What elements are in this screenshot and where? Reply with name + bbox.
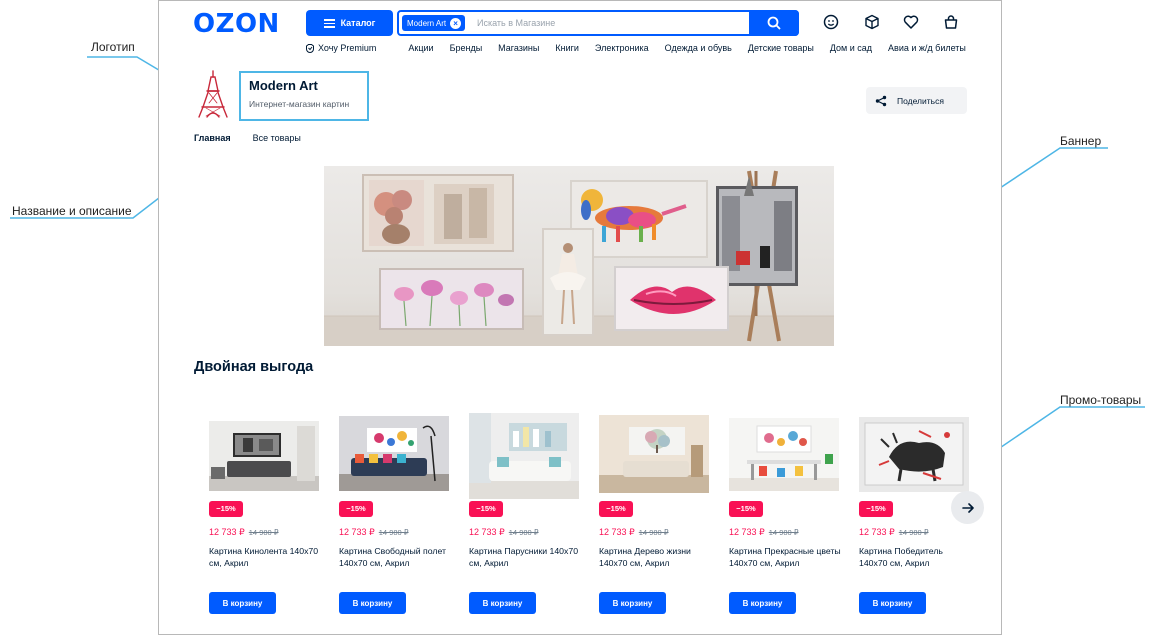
premium-icon [306,44,314,53]
nav-item-electronics[interactable]: Электроника [595,43,649,53]
product-image[interactable] [599,415,709,493]
current-price: 12 733 ₽ [469,527,505,537]
add-to-cart-button[interactable]: В корзину [469,592,536,614]
favorites-heart-icon[interactable] [901,12,921,32]
price: 12 733 ₽14 980 ₽ [209,527,279,538]
product-title[interactable]: Картина Парусники 140х70 см, Акрил [469,545,581,569]
annotation-name-desc: Название и описание [12,204,132,218]
price: 12 733 ₽14 980 ₽ [859,527,929,538]
product-title[interactable]: Картина Дерево жизни 140х70 см, Акрил [599,545,711,569]
product-card[interactable]: −15% 12 733 ₽14 980 ₽ Картина Прекрасные… [729,411,841,621]
catalog-button[interactable]: Каталог [306,10,393,36]
product-card[interactable]: −15% 12 733 ₽14 980 ₽ Картина Парусники … [469,411,579,621]
current-price: 12 733 ₽ [209,527,245,537]
price: 12 733 ₽14 980 ₽ [729,527,799,538]
nav-item-kids[interactable]: Детские товары [748,43,814,53]
store-tabs: Главная Все товары [194,133,301,143]
product-title[interactable]: Картина Кинолента 140х70 см, Акрил [209,545,321,569]
current-price: 12 733 ₽ [859,527,895,537]
store-name: Modern Art [249,78,318,93]
search-bar: Modern Art × [397,10,799,36]
catalog-menu-icon [323,19,335,28]
discount-badge: −15% [859,501,893,517]
price: 12 733 ₽14 980 ₽ [339,527,409,538]
add-to-cart-button[interactable]: В корзину [859,592,926,614]
product-title[interactable]: Картина Победитель 140х70 см, Акрил [859,545,971,569]
nav-item-books[interactable]: Книги [555,43,579,53]
nav-item-home-garden[interactable]: Дом и сад [830,43,872,53]
current-price: 12 733 ₽ [339,527,375,537]
discount-badge: −15% [209,501,243,517]
carousel-next-button[interactable] [951,491,984,524]
discount-badge: −15% [469,501,503,517]
old-price: 14 980 ₽ [508,528,539,537]
cart-bag-icon[interactable] [941,12,961,32]
annotation-banner: Баннер [1060,134,1102,148]
add-to-cart-button[interactable]: В корзину [599,592,666,614]
add-to-cart-button[interactable]: В корзину [729,592,796,614]
nav-item-brands[interactable]: Бренды [450,43,483,53]
search-icon [767,16,781,30]
arrow-right-icon [961,502,974,513]
product-card[interactable]: −15% 12 733 ₽14 980 ₽ Картина Свободный … [339,411,449,621]
ozon-logo[interactable]: OZON [193,9,280,39]
nav-item-tickets[interactable]: Авиа и ж/д билеты [888,43,966,53]
product-image[interactable] [209,421,319,491]
old-price: 14 980 ₽ [248,528,279,537]
share-button[interactable]: Поделиться [866,87,967,114]
close-icon[interactable]: × [450,17,462,29]
nav-item-stores[interactable]: Магазины [498,43,539,53]
product-card[interactable]: −15% 12 733 ₽14 980 ₽ Картина Дерево жиз… [599,411,709,621]
nav-item-promotions[interactable]: Акции [408,43,433,53]
nav-item-label: Хочу Premium [318,43,377,53]
product-image[interactable] [859,417,969,492]
search-button[interactable] [749,10,799,36]
nav-item-clothes[interactable]: Одежда и обувь [665,43,732,53]
main-nav: Хочу Premium Акции Бренды Магазины Книги… [305,43,982,53]
product-image[interactable] [729,418,839,491]
discount-badge: −15% [339,501,373,517]
store-filter-chip-label: Modern Art [407,18,447,28]
add-to-cart-button[interactable]: В корзину [339,592,406,614]
product-image[interactable] [469,413,579,499]
banner-paintings-image [324,170,834,346]
store-filter-chip[interactable]: Modern Art × [402,15,466,31]
old-price: 14 980 ₽ [378,528,409,537]
store-info-box: Modern Art Интернет-магазин картин [239,71,369,121]
current-price: 12 733 ₽ [729,527,765,537]
old-price: 14 980 ₽ [768,528,799,537]
section-title: Двойная выгода [194,359,314,375]
discount-badge: −15% [599,501,633,517]
catalog-label: Каталог [340,18,376,28]
old-price: 14 980 ₽ [638,528,669,537]
promo-products-list: −15% 12 733 ₽14 980 ₽ Картина Кинолента … [209,411,969,631]
product-title[interactable]: Картина Прекрасные цветы 140х70 см, Акри… [729,545,841,569]
old-price: 14 980 ₽ [898,528,929,537]
store-logo [198,70,228,118]
search-input[interactable] [477,16,737,30]
share-label: Поделиться [897,95,944,106]
annotation-promo: Промо-товары [1060,393,1142,407]
current-price: 12 733 ₽ [599,527,635,537]
product-title[interactable]: Картина Свободный полет 140х70 см, Акрил [339,545,451,569]
discount-badge: −15% [729,501,763,517]
annotation-logo: Логотип [91,40,135,54]
product-image[interactable] [339,416,449,491]
nav-item-premium[interactable]: Хочу Premium [305,43,392,53]
price: 12 733 ₽14 980 ₽ [599,527,669,538]
store-banner[interactable] [324,166,834,346]
share-icon [875,95,887,106]
price: 12 733 ₽14 980 ₽ [469,527,539,538]
tab-all-products[interactable]: Все товары [253,133,301,143]
store-page: OZON Каталог Modern Art × Хоч [158,0,1002,635]
store-description: Интернет-магазин картин [249,99,350,109]
product-card[interactable]: −15% 12 733 ₽14 980 ₽ Картина Кинолента … [209,411,319,621]
add-to-cart-button[interactable]: В корзину [209,592,276,614]
orders-box-icon[interactable] [862,12,882,32]
profile-icon[interactable] [821,12,841,32]
tab-main[interactable]: Главная [194,133,231,143]
